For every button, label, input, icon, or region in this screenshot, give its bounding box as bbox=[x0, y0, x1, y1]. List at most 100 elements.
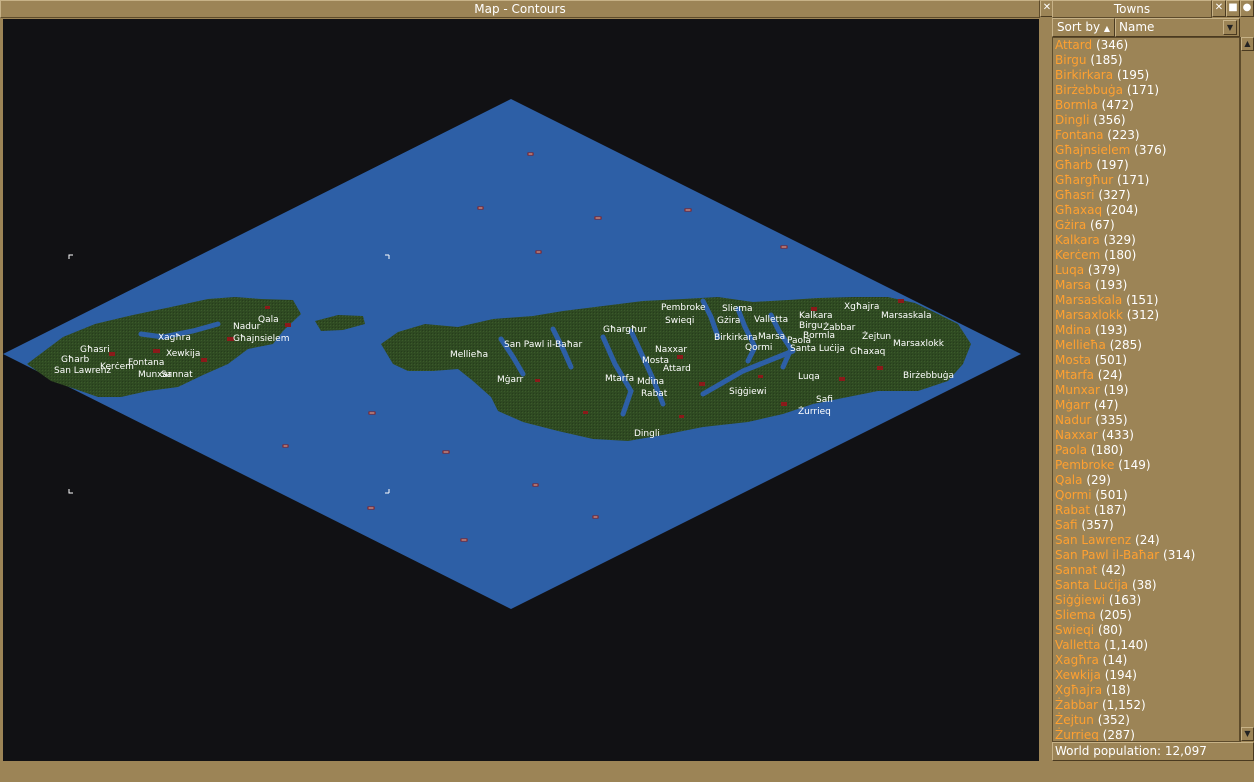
town-list-item[interactable]: Nadur (335) bbox=[1054, 413, 1239, 428]
town-list-item[interactable]: Birżebbuġa (171) bbox=[1054, 83, 1239, 98]
map-label-gharghur[interactable]: Għargħur bbox=[603, 325, 647, 335]
map-label-ghaxaq[interactable]: Għaxaq bbox=[850, 347, 885, 357]
town-list-item[interactable]: Birkirkara (195) bbox=[1054, 68, 1239, 83]
minimap-viewport[interactable]: Nadur Qala Xagħra Għajnsielem Għasri Għa… bbox=[3, 19, 1039, 761]
map-label-xaghra[interactable]: Xagħra bbox=[158, 333, 191, 343]
town-list-item[interactable]: Għasri (327) bbox=[1054, 188, 1239, 203]
map-label-kalkara[interactable]: Kalkara bbox=[799, 311, 833, 321]
map-label-santa-lucija[interactable]: Santa Luċija bbox=[790, 344, 845, 354]
map-label-mellieha[interactable]: Mellieħa bbox=[450, 350, 488, 360]
town-list-item[interactable]: Qala (29) bbox=[1054, 473, 1239, 488]
scroll-down-icon[interactable]: ▼ bbox=[1241, 727, 1254, 741]
town-list-item[interactable]: San Pawl il-Baħar (314) bbox=[1054, 548, 1239, 563]
town-list-item[interactable]: Munxar (19) bbox=[1054, 383, 1239, 398]
town-list-item[interactable]: Sannat (42) bbox=[1054, 563, 1239, 578]
town-list-item[interactable]: Rabat (187) bbox=[1054, 503, 1239, 518]
map-label-zejtun[interactable]: Żejtun bbox=[862, 331, 891, 342]
town-list-item[interactable]: Marsa (193) bbox=[1054, 278, 1239, 293]
town-list-item[interactable]: Għajnsielem (376) bbox=[1054, 143, 1239, 158]
map-label-zurrieq[interactable]: Żurrieq bbox=[798, 406, 831, 417]
town-list-item[interactable]: Pembroke (149) bbox=[1054, 458, 1239, 473]
town-list-item[interactable]: Għarb (197) bbox=[1054, 158, 1239, 173]
town-list-item[interactable]: Santa Luċija (38) bbox=[1054, 578, 1239, 593]
town-list-item[interactable]: Żurrieq (287) bbox=[1054, 728, 1239, 741]
map-label-gharb[interactable]: Għarb bbox=[61, 355, 89, 365]
map-label-birkirkara[interactable]: Birkirkara bbox=[714, 333, 758, 343]
minimap-canvas[interactable]: Nadur Qala Xagħra Għajnsielem Għasri Għa… bbox=[3, 19, 1039, 761]
map-label-marsa[interactable]: Marsa bbox=[758, 332, 785, 342]
town-list-item[interactable]: Mosta (501) bbox=[1054, 353, 1239, 368]
map-label-xghajra[interactable]: Xgħajra bbox=[844, 302, 879, 312]
map-label-qala[interactable]: Qala bbox=[258, 315, 279, 325]
town-list-item[interactable]: Żabbar (1,152) bbox=[1054, 698, 1239, 713]
town-list-item[interactable]: Xgħajra (18) bbox=[1054, 683, 1239, 698]
town-list-item[interactable]: Swieqi (80) bbox=[1054, 623, 1239, 638]
map-label-ghajnsielem[interactable]: Għajnsielem bbox=[233, 334, 289, 344]
town-list-item[interactable]: Valletta (1,140) bbox=[1054, 638, 1239, 653]
town-list-item[interactable]: Attard (346) bbox=[1054, 38, 1239, 53]
map-label-rabat[interactable]: Rabat bbox=[641, 389, 668, 399]
map-window-title[interactable]: Map - Contours bbox=[0, 0, 1040, 18]
map-label-marsaskala[interactable]: Marsaskala bbox=[881, 311, 931, 321]
sort-criteria-dropdown[interactable]: Name ▼ bbox=[1115, 18, 1240, 37]
town-list-item[interactable]: Għargħur (171) bbox=[1054, 173, 1239, 188]
town-list-item[interactable]: San Lawrenz (24) bbox=[1054, 533, 1239, 548]
towns-shade-button[interactable]: ■ bbox=[1226, 0, 1240, 17]
towns-sticky-button[interactable]: ● bbox=[1240, 0, 1254, 17]
town-list-item[interactable]: Bormla (472) bbox=[1054, 98, 1239, 113]
map-label-sliema[interactable]: Sliema bbox=[722, 304, 753, 314]
map-label-siggiewi[interactable]: Siġġiewi bbox=[729, 387, 767, 397]
sort-order-button[interactable]: Sort by ▲ bbox=[1052, 18, 1115, 37]
map-label-swieqi[interactable]: Swieqi bbox=[665, 316, 694, 326]
map-label-dingli[interactable]: Dingli bbox=[634, 429, 660, 439]
town-list-item[interactable]: Birgu (185) bbox=[1054, 53, 1239, 68]
town-list-item[interactable]: Kalkara (329) bbox=[1054, 233, 1239, 248]
towns-window-title[interactable]: Towns bbox=[1052, 0, 1212, 18]
town-list-item[interactable]: Xagħra (14) bbox=[1054, 653, 1239, 668]
town-list-item[interactable]: Żejtun (352) bbox=[1054, 713, 1239, 728]
towns-close-button[interactable]: ✕ bbox=[1212, 0, 1226, 17]
chevron-down-icon[interactable]: ▼ bbox=[1223, 20, 1237, 35]
map-label-pembroke[interactable]: Pembroke bbox=[661, 303, 706, 313]
map-label-mdina[interactable]: Mdina bbox=[637, 377, 664, 387]
town-list-item[interactable]: Gżira (67) bbox=[1054, 218, 1239, 233]
scroll-up-icon[interactable]: ▲ bbox=[1241, 37, 1254, 51]
map-label-birgu[interactable]: Birgu bbox=[799, 321, 823, 331]
map-label-luqa[interactable]: Luqa bbox=[798, 372, 820, 382]
map-label-gzira[interactable]: Gżira bbox=[717, 316, 740, 326]
map-label-ghasri[interactable]: Għasri bbox=[80, 345, 110, 355]
map-label-sannat[interactable]: Sannat bbox=[161, 370, 193, 380]
town-list-item[interactable]: Dingli (356) bbox=[1054, 113, 1239, 128]
town-list-item[interactable]: Paola (180) bbox=[1054, 443, 1239, 458]
town-list-scrollbar[interactable]: ▲ ▼ bbox=[1240, 37, 1254, 742]
town-list-item[interactable]: Mġarr (47) bbox=[1054, 398, 1239, 413]
map-label-naxxar[interactable]: Naxxar bbox=[655, 345, 687, 355]
map-label-valletta[interactable]: Valletta bbox=[754, 315, 788, 325]
town-list-item[interactable]: Safi (357) bbox=[1054, 518, 1239, 533]
map-label-qormi[interactable]: Qormi bbox=[745, 343, 772, 353]
map-label-mgarr[interactable]: Mġarr bbox=[497, 375, 524, 385]
town-list-item[interactable]: Xewkija (194) bbox=[1054, 668, 1239, 683]
town-list-panel[interactable]: Attard (346) Birgu (185) Birkirkara (195) B… bbox=[1052, 37, 1240, 742]
map-label-attard[interactable]: Attard bbox=[663, 364, 691, 374]
map-label-mtarfa[interactable]: Mtarfa bbox=[605, 374, 634, 384]
town-list-item[interactable]: Naxxar (433) bbox=[1054, 428, 1239, 443]
map-label-marsaxlokk[interactable]: Marsaxlokk bbox=[893, 339, 945, 349]
town-list-item[interactable]: Fontana (223) bbox=[1054, 128, 1239, 143]
map-label-nadur[interactable]: Nadur bbox=[233, 322, 261, 332]
town-list-item[interactable]: Mellieħa (285) bbox=[1054, 338, 1239, 353]
town-list-item[interactable]: Sliema (205) bbox=[1054, 608, 1239, 623]
map-label-san-lawrenz[interactable]: San Lawrenz bbox=[54, 366, 111, 376]
map-label-xewkija[interactable]: Xewkija bbox=[166, 349, 200, 359]
town-list-item[interactable]: Mdina (193) bbox=[1054, 323, 1239, 338]
town-list-item[interactable]: Qormi (501) bbox=[1054, 488, 1239, 503]
map-label-san-pawl[interactable]: San Pawl il-Baħar bbox=[504, 340, 582, 350]
town-list-item[interactable]: Marsaskala (151) bbox=[1054, 293, 1239, 308]
town-list-item[interactable]: Siġġiewi (163) bbox=[1054, 593, 1239, 608]
town-list-item[interactable]: Marsaxlokk (312) bbox=[1054, 308, 1239, 323]
map-label-safi[interactable]: Safi bbox=[816, 395, 833, 405]
town-list-item[interactable]: Luqa (379) bbox=[1054, 263, 1239, 278]
town-list-item[interactable]: Kerċem (180) bbox=[1054, 248, 1239, 263]
map-label-birzebbuga[interactable]: Birżebbuġa bbox=[903, 371, 954, 381]
map-label-zabbar[interactable]: Żabbar bbox=[823, 322, 856, 333]
